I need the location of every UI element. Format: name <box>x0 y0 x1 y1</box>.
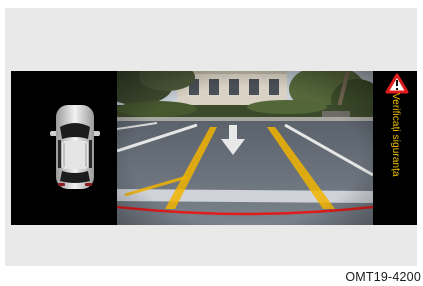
warning-pane: Verificați siguranța <box>373 71 417 225</box>
rear-camera-image <box>117 71 373 225</box>
vehicle-top-view-icon <box>50 105 100 189</box>
rear-camera-display: Verificați siguranța <box>11 71 417 225</box>
warning-triangle-icon <box>385 73 409 94</box>
figure-code: OMT19-4200 <box>345 270 421 284</box>
rear-camera-view <box>117 71 373 225</box>
warning-label: Verificați siguranța <box>390 93 401 177</box>
surround-view-car-pane <box>11 71 117 225</box>
